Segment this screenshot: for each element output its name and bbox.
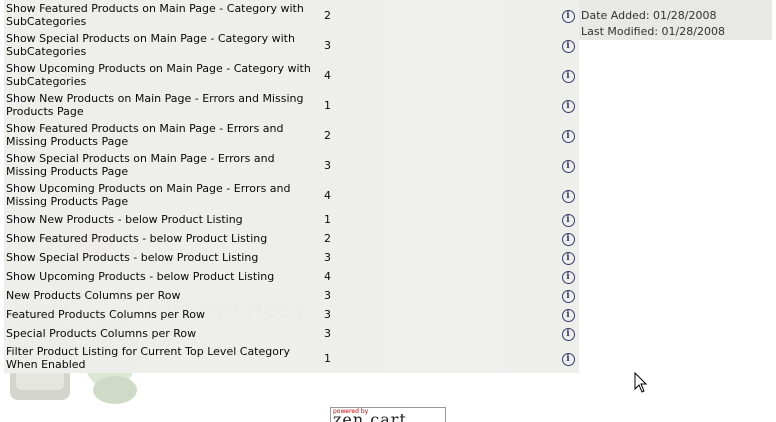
config-info-cell: i [557,267,579,286]
config-title: Show Special Products on Main Page - Err… [6,152,275,178]
config-info-cell: i [557,180,579,210]
info-icon[interactable]: i [561,39,575,53]
config-row[interactable]: Filter Product Listing for Current Top L… [4,343,579,373]
config-title: Show Featured Products on Main Page - Er… [6,122,284,148]
mouse-pointer-icon [634,372,648,393]
config-title: Show Upcoming Products - below Product L… [6,270,275,283]
config-title: Show Special Products - below Product Li… [6,251,259,264]
config-value: 4 [324,188,331,202]
config-title: Show Featured Products on Main Page - Ca… [6,2,304,28]
config-info-cell: i [557,90,579,120]
info-icon[interactable]: i [561,309,575,322]
zen-cart-brand-text: zen cart [333,410,407,422]
config-info-cell: i [557,324,579,343]
configuration-table: Show Featured Products on Main Page - Ca… [4,0,579,373]
config-info-cell: i [557,229,579,248]
config-row[interactable]: Special Products Columns per Row 3 i [4,324,579,343]
config-title: Show New Products on Main Page - Errors … [6,92,304,118]
info-icon[interactable]: i [561,159,575,173]
config-spacer [346,324,557,343]
config-spacer [346,180,557,210]
config-title: New Products Columns per Row [6,289,181,302]
config-spacer [346,60,557,90]
config-row[interactable]: Show Upcoming Products on Main Page - Er… [4,180,579,210]
config-info-cell: i [557,0,579,30]
config-info-cell: i [557,305,579,324]
config-value: 3 [324,308,331,321]
date-added-text: Date Added: 01/28/2008 [581,9,717,22]
config-row[interactable]: Show Special Products on Main Page - Cat… [4,30,579,60]
config-row[interactable]: Show Featured Products - below Product L… [4,229,579,248]
configuration-page: FlipperHost an investion company Show Fe… [0,0,776,422]
config-title: Show Special Products on Main Page - Cat… [6,32,295,58]
info-icon[interactable]: i [561,99,575,113]
info-icon[interactable]: i [561,189,575,203]
config-value: 2 [324,8,331,22]
config-info-cell: i [557,150,579,180]
config-value: 3 [324,289,331,302]
config-value: 3 [324,38,331,52]
config-spacer [346,248,557,267]
config-spacer [346,30,557,60]
config-title: Show Upcoming Products on Main Page - Ca… [6,62,311,88]
config-value: 2 [324,128,331,142]
config-value: 1 [324,98,331,112]
config-spacer [346,0,557,30]
config-row[interactable]: Show Upcoming Products on Main Page - Ca… [4,60,579,90]
config-row[interactable]: Show Upcoming Products - below Product L… [4,267,579,286]
config-info-cell: i [557,286,579,305]
config-title: Show Upcoming Products on Main Page - Er… [6,182,291,208]
info-icon[interactable]: i [561,328,575,341]
configuration-table-body: Show Featured Products on Main Page - Ca… [4,0,579,373]
config-title: Special Products Columns per Row [6,327,197,340]
info-icon[interactable]: i [561,233,575,246]
config-row[interactable]: Featured Products Columns per Row 3 i [4,305,579,324]
config-row[interactable]: New Products Columns per Row 3 i [4,286,579,305]
config-spacer [346,90,557,120]
config-value: 1 [324,213,331,226]
config-value: 3 [324,158,331,172]
record-info-box: Date Added: 01/28/2008 Last Modified: 01… [579,0,772,40]
config-info-cell: i [557,60,579,90]
config-spacer [346,210,557,229]
config-spacer [346,343,557,373]
config-value: 4 [324,68,331,82]
info-icon[interactable]: i [561,129,575,143]
info-icon[interactable]: i [561,252,575,265]
config-value: 4 [324,270,331,283]
config-row[interactable]: Show Featured Products on Main Page - Ca… [4,0,579,30]
info-icon[interactable]: i [561,9,575,23]
config-title: Featured Products Columns per Row [6,308,206,321]
config-info-cell: i [557,30,579,60]
config-value: 2 [324,232,331,245]
info-icon[interactable]: i [561,214,575,227]
config-spacer [346,286,557,305]
config-spacer [346,305,557,324]
last-modified-text: Last Modified: 01/28/2008 [581,25,725,38]
config-info-cell: i [557,120,579,150]
config-spacer [346,150,557,180]
config-spacer [346,229,557,248]
config-info-cell: i [557,343,579,373]
config-row[interactable]: Show New Products - below Product Listin… [4,210,579,229]
info-icon[interactable]: i [561,271,575,284]
config-info-cell: i [557,210,579,229]
info-icon[interactable]: i [561,69,575,83]
config-spacer [346,120,557,150]
config-row[interactable]: Show Featured Products on Main Page - Er… [4,120,579,150]
config-value: 3 [324,327,331,340]
config-row[interactable]: Show New Products on Main Page - Errors … [4,90,579,120]
config-row[interactable]: Show Special Products on Main Page - Err… [4,150,579,180]
config-value: 3 [324,251,331,264]
config-info-cell: i [557,248,579,267]
config-spacer [346,267,557,286]
info-icon[interactable]: i [561,290,575,303]
config-title: Filter Product Listing for Current Top L… [6,345,291,371]
info-icon[interactable]: i [561,352,575,366]
config-row[interactable]: Show Special Products - below Product Li… [4,248,579,267]
config-title: Show New Products - below Product Listin… [6,213,243,226]
zen-cart-logo[interactable]: powered by zen cart [330,407,446,422]
config-title: Show Featured Products - below Product L… [6,232,268,245]
config-value: 1 [324,351,331,365]
